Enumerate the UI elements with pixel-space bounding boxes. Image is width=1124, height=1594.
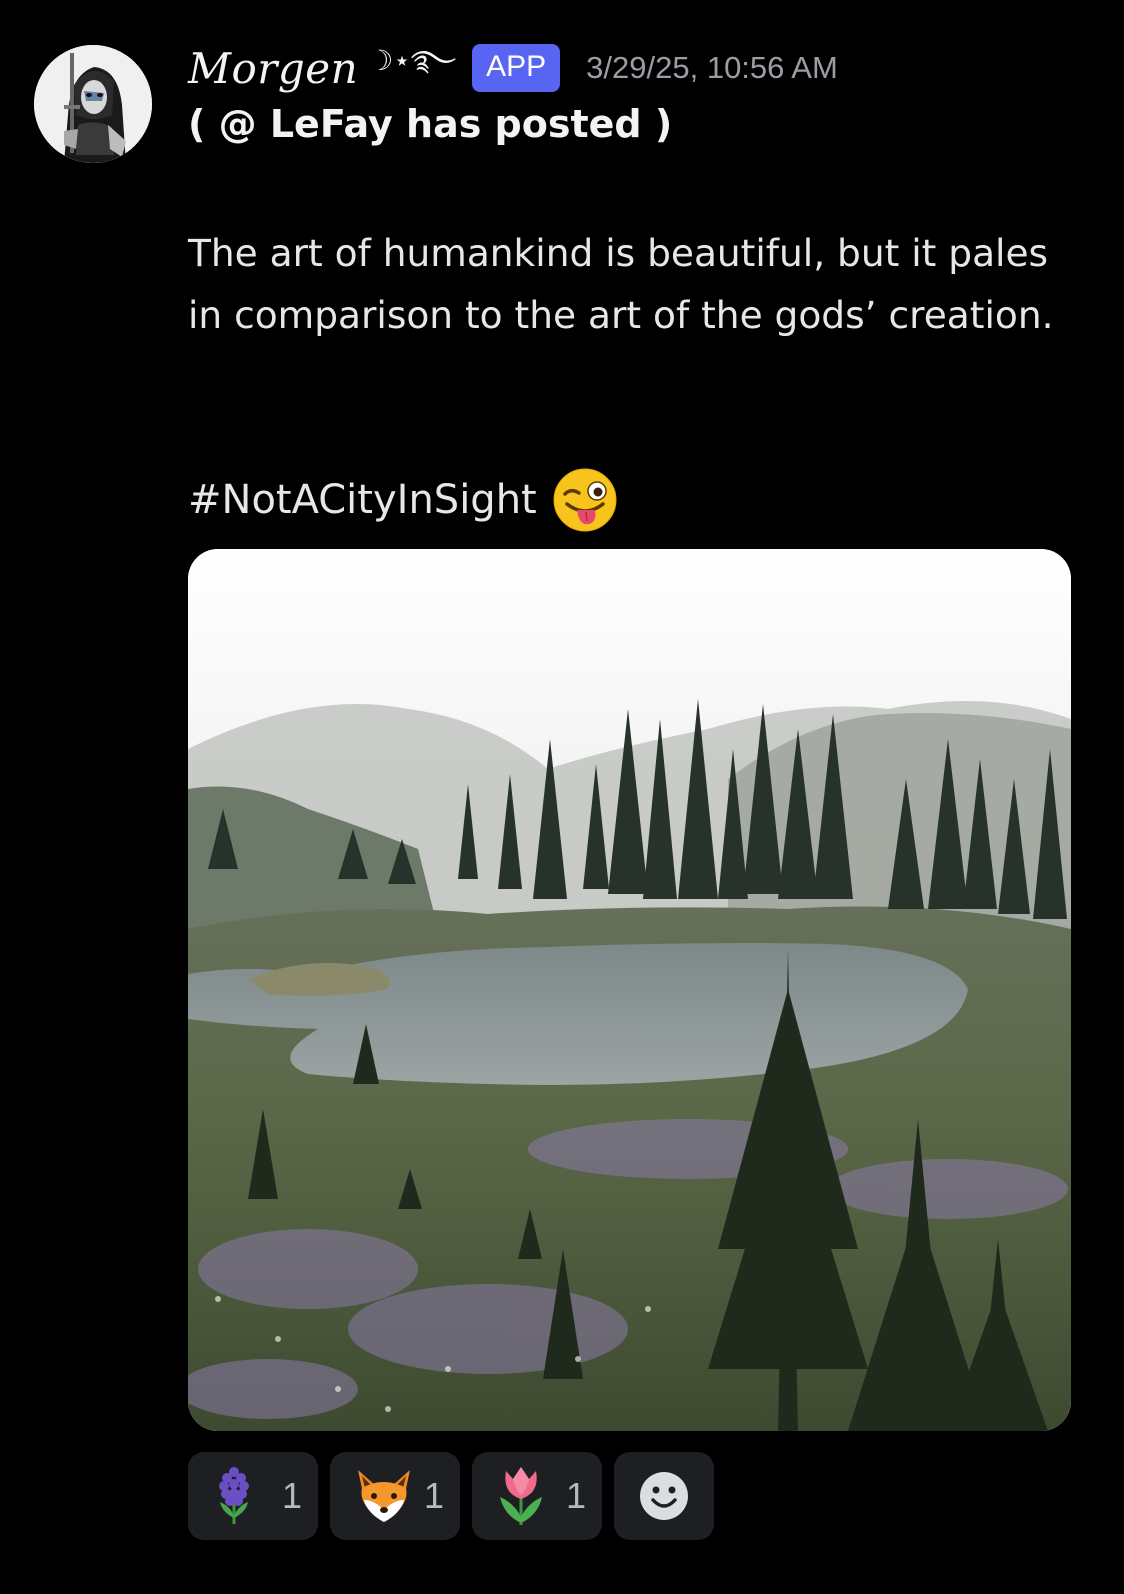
author-name-decoration: ☽⋆࿐: [368, 43, 457, 77]
reaction-hyacinth[interactable]: 1: [188, 1452, 318, 1540]
reactions-bar: 1 1 1: [188, 1452, 714, 1540]
fox-icon: [358, 1470, 410, 1522]
reaction-count: 1: [423, 1475, 444, 1516]
reaction-count: 1: [565, 1475, 586, 1516]
message-subtitle: ( @ LeFay has posted ): [188, 102, 673, 146]
hyacinth-icon: [219, 1467, 249, 1524]
add-reaction-smiley-icon: [640, 1472, 688, 1520]
message-body: The art of humankind is beautiful, but i…: [188, 231, 1054, 337]
landscape-photo: [188, 549, 1071, 1431]
reaction-count: 1: [281, 1475, 302, 1516]
author-name[interactable]: Morgen: [188, 44, 358, 93]
author-avatar[interactable]: [34, 45, 152, 163]
app-badge: APP: [472, 44, 561, 92]
hashtag: #NotACityInSight: [188, 477, 537, 523]
avatar-image: [34, 45, 152, 163]
winking-face-with-tongue-icon: [551, 466, 619, 534]
message-header: Morgen ☽⋆࿐ APP 3/29/25, 10:56 AM: [188, 36, 838, 100]
add-reaction-button[interactable]: [614, 1452, 714, 1540]
reaction-tulip[interactable]: 1: [472, 1452, 602, 1540]
attached-image[interactable]: [188, 549, 1071, 1431]
message-timestamp[interactable]: 3/29/25, 10:56 AM: [586, 50, 838, 86]
message: Morgen ☽⋆࿐ APP 3/29/25, 10:56 AM ( @ LeF…: [0, 0, 1124, 1594]
reaction-fox[interactable]: 1: [330, 1452, 460, 1540]
hashtag-line: #NotACityInSight: [188, 466, 619, 534]
tulip-icon: [500, 1467, 542, 1525]
